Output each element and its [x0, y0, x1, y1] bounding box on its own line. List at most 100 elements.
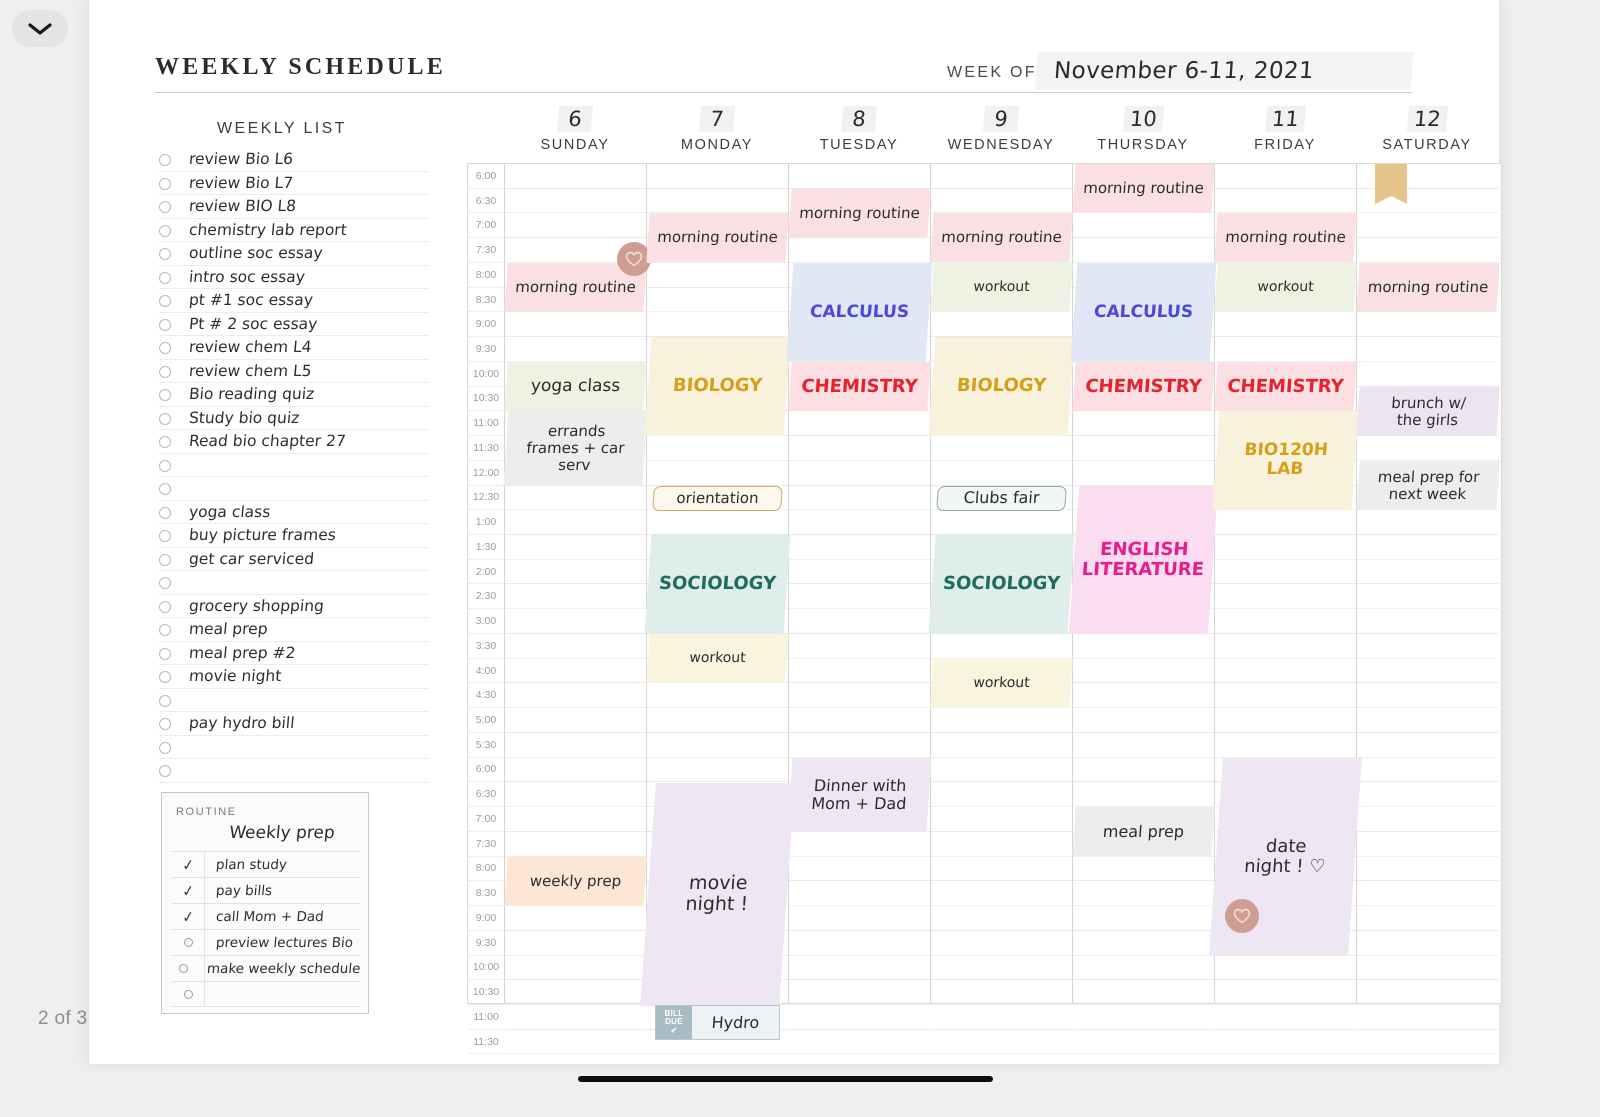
- time-slot[interactable]: [789, 436, 930, 461]
- time-slot[interactable]: [1357, 857, 1499, 882]
- time-slot[interactable]: [1357, 832, 1499, 857]
- time-slot[interactable]: [789, 560, 930, 585]
- time-slot[interactable]: [505, 956, 646, 981]
- time-slot[interactable]: [1357, 609, 1499, 634]
- day-column-tuesday[interactable]: morning routine CALCULUS CHEMISTRY Dinner w…: [786, 164, 933, 1055]
- time-slot[interactable]: [1357, 683, 1499, 709]
- time-slot[interactable]: [789, 683, 930, 709]
- time-slot[interactable]: [931, 189, 1072, 214]
- weekly-list-item[interactable]: review BIO L8: [159, 195, 429, 219]
- time-slot[interactable]: [789, 238, 930, 263]
- time-slot[interactable]: [1357, 312, 1499, 338]
- time-slot[interactable]: [1073, 956, 1214, 981]
- bill-due-sticker[interactable]: BILL DUE ✔ Hydro: [655, 1005, 780, 1040]
- time-slot[interactable]: [789, 708, 930, 733]
- checkbox-circle-icon[interactable]: [159, 624, 171, 636]
- time-slot[interactable]: [505, 164, 646, 189]
- time-slot[interactable]: [1215, 956, 1356, 981]
- day-column-wednesday[interactable]: morning routine workout BIOLOGY Clubs fair S…: [928, 164, 1075, 1055]
- time-slot[interactable]: [1073, 931, 1214, 956]
- time-slot[interactable]: [931, 956, 1072, 981]
- weekly-list-item[interactable]: chemistry lab report: [159, 219, 429, 242]
- time-slot[interactable]: [1215, 683, 1356, 709]
- calendar-event[interactable]: movie night !: [640, 782, 795, 1006]
- time-slot[interactable]: [1073, 436, 1214, 461]
- time-slot[interactable]: [931, 782, 1072, 808]
- calendar-event[interactable]: BIOLOGY: [644, 337, 791, 437]
- time-slot[interactable]: [505, 560, 646, 585]
- time-slot[interactable]: [931, 857, 1072, 882]
- weekly-list-item[interactable]: [159, 689, 429, 712]
- checkbox-circle-icon[interactable]: [159, 459, 171, 472]
- time-slot[interactable]: [1215, 980, 1356, 1005]
- time-slot[interactable]: [789, 634, 930, 659]
- calendar-event[interactable]: errands frames + car serv: [503, 411, 648, 486]
- time-slot[interactable]: [1357, 362, 1499, 387]
- checkbox-circle-icon[interactable]: [159, 600, 171, 613]
- time-slot[interactable]: [1357, 659, 1499, 684]
- time-slot[interactable]: [1215, 560, 1356, 585]
- calendar-event[interactable]: morning routine: [788, 188, 931, 239]
- calendar-event[interactable]: meal prep: [1072, 807, 1215, 857]
- day-column-saturday[interactable]: morning routine brunch w/ the girls meal p…: [1356, 164, 1500, 1055]
- time-slot[interactable]: [931, 436, 1072, 461]
- weekly-list-item[interactable]: Study bio quiz: [159, 407, 429, 430]
- time-slot[interactable]: [1073, 659, 1214, 684]
- time-slot[interactable]: [505, 832, 646, 857]
- time-slot[interactable]: [1073, 906, 1214, 931]
- weekly-list-item[interactable]: Pt # 2 soc essay: [159, 313, 429, 336]
- checkbox-circle-icon[interactable]: [159, 694, 171, 707]
- time-slot[interactable]: [789, 584, 930, 610]
- time-slot[interactable]: [505, 609, 646, 634]
- time-slot[interactable]: [789, 486, 930, 511]
- calendar-event[interactable]: morning routine: [1356, 262, 1500, 313]
- time-slot[interactable]: [1357, 733, 1499, 758]
- checkbox-circle-icon[interactable]: [172, 938, 204, 947]
- time-slot[interactable]: [505, 486, 646, 511]
- time-slot[interactable]: [505, 807, 646, 832]
- time-slot[interactable]: [1073, 980, 1214, 1005]
- time-slot[interactable]: [1357, 1030, 1499, 1055]
- weekly-list-item[interactable]: movie night: [159, 665, 429, 689]
- time-slot[interactable]: [931, 733, 1072, 758]
- routine-row[interactable]: [172, 981, 360, 1007]
- checkbox-circle-icon[interactable]: [159, 765, 171, 777]
- time-slot[interactable]: [931, 164, 1072, 189]
- checkbox-circle-icon[interactable]: [159, 553, 171, 566]
- time-slot[interactable]: [1357, 1005, 1499, 1030]
- weekly-list-item[interactable]: [159, 759, 429, 783]
- time-slot[interactable]: [1073, 857, 1214, 882]
- time-slot[interactable]: [931, 510, 1072, 536]
- checkbox-circle-icon[interactable]: [172, 964, 195, 973]
- time-slot[interactable]: [505, 683, 646, 709]
- time-slot[interactable]: [647, 461, 788, 486]
- time-slot[interactable]: [505, 758, 646, 783]
- time-slot[interactable]: [931, 634, 1072, 659]
- weekly-list-item[interactable]: review Bio L6: [159, 148, 429, 172]
- time-slot[interactable]: [647, 189, 788, 214]
- chevron-down-icon[interactable]: [12, 10, 68, 47]
- weekly-list-item[interactable]: intro soc essay: [159, 266, 429, 289]
- time-slot[interactable]: [1357, 213, 1499, 239]
- time-slot[interactable]: [647, 758, 788, 783]
- time-slot[interactable]: [1073, 758, 1214, 783]
- time-slot[interactable]: [789, 857, 930, 882]
- time-slot[interactable]: [931, 931, 1072, 956]
- time-slot[interactable]: [1357, 906, 1499, 931]
- time-slot[interactable]: [1215, 1005, 1356, 1030]
- weekly-list-item[interactable]: review chem L4: [159, 336, 429, 360]
- time-slot[interactable]: [1357, 881, 1499, 907]
- time-slot[interactable]: [505, 906, 646, 931]
- calendar-event[interactable]: workout: [646, 634, 789, 684]
- checkbox-circle-icon[interactable]: [159, 365, 171, 378]
- checkbox-circle-icon[interactable]: [159, 224, 171, 237]
- calendar-event[interactable]: workout: [930, 658, 1073, 709]
- calendar-event[interactable]: CALCULUS: [786, 262, 933, 362]
- time-slot[interactable]: [647, 288, 788, 313]
- checkbox-circle-icon[interactable]: [159, 436, 171, 448]
- weekly-list-item[interactable]: get car serviced: [159, 548, 429, 571]
- day-column-sunday[interactable]: morning routine yoga class errands frames …: [503, 164, 651, 1055]
- time-slot[interactable]: [789, 733, 930, 758]
- routine-row[interactable]: ✓ call Mom + Dad: [172, 903, 360, 929]
- time-slot[interactable]: [1073, 238, 1214, 263]
